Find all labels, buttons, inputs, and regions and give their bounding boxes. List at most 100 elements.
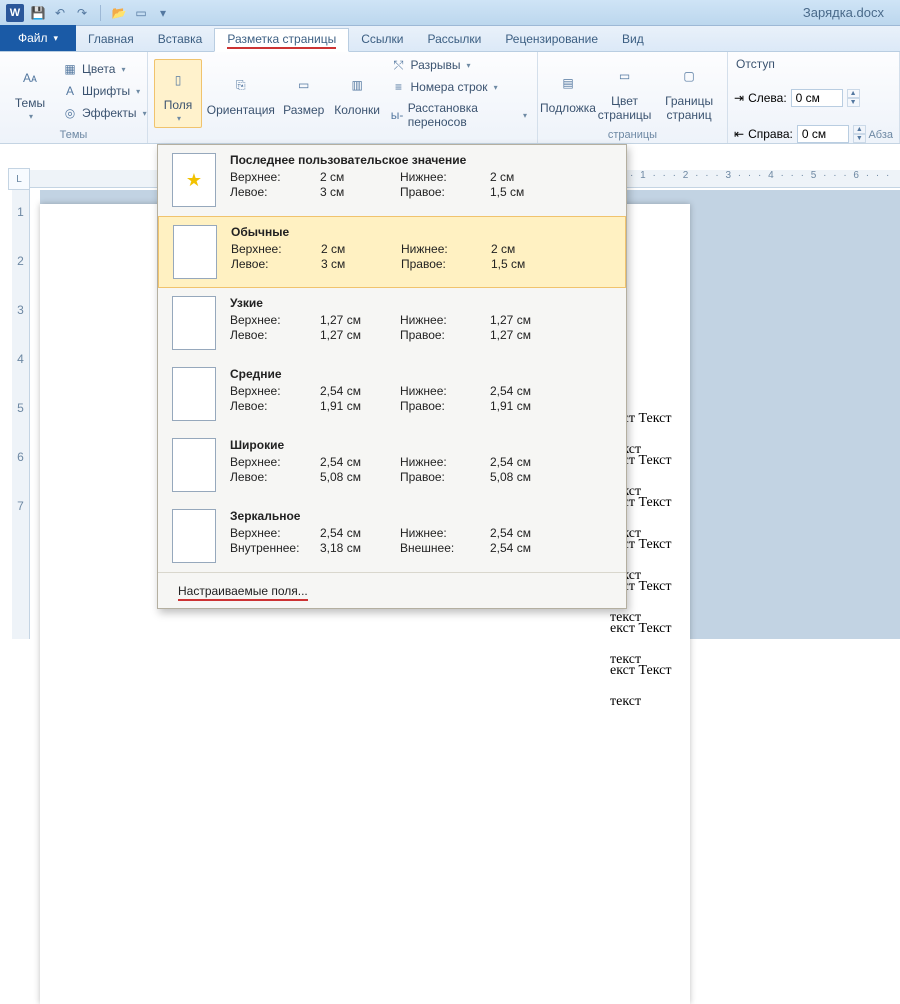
margin-thumb-icon: [172, 438, 216, 492]
tab-home[interactable]: Главная: [76, 27, 146, 51]
margins-icon: ▯: [162, 64, 194, 96]
margin-preset-item[interactable]: ★Последнее пользовательское значениеВерх…: [158, 145, 626, 216]
indent-left-input[interactable]: [791, 89, 843, 107]
group-label-themes: Темы: [6, 127, 141, 143]
word-logo-icon: W: [6, 4, 24, 22]
margin-value: 1,27 см: [320, 313, 400, 327]
margin-value: Левое:: [230, 470, 320, 484]
custom-margins-button[interactable]: Настраиваемые поля...: [158, 572, 626, 608]
margin-preset-item[interactable]: ЗеркальноеВерхнее:2,54 смНижнее:2,54 смВ…: [158, 501, 626, 572]
margin-value: Правое:: [400, 328, 490, 342]
page-color-button[interactable]: ▭Цвет страницы: [596, 56, 653, 126]
margin-value: 2 см: [491, 242, 561, 256]
tab-review[interactable]: Рецензирование: [493, 27, 610, 51]
margin-title: Зеркальное: [230, 509, 560, 523]
margin-value: 1,5 см: [490, 185, 560, 199]
margin-title: Широкие: [230, 438, 560, 452]
line-numbers-button[interactable]: ≡Номера строк▾: [387, 77, 531, 97]
margin-value: Верхнее:: [231, 242, 321, 256]
margin-value: Правое:: [400, 399, 490, 413]
margin-value: Верхнее:: [230, 384, 320, 398]
margin-value: Верхнее:: [230, 170, 320, 184]
watermark-icon: ▤: [552, 67, 584, 99]
size-button[interactable]: ▭Размер: [280, 65, 328, 121]
margin-thumb-icon: [172, 296, 216, 350]
margin-preset-item[interactable]: УзкиеВерхнее:1,27 смНижнее:1,27 смЛевое:…: [158, 288, 626, 359]
tab-page-layout[interactable]: Разметка страницы: [214, 28, 349, 52]
ruler-tick: 5: [17, 401, 24, 415]
margin-value: 2 см: [321, 242, 401, 256]
indent-left: ⇥ Слева: ▲▼: [734, 89, 893, 107]
ruler-tick: 6: [17, 450, 24, 464]
margin-title: Средние: [230, 367, 560, 381]
undo-icon[interactable]: ↶: [52, 5, 68, 21]
margin-value: Нижнее:: [400, 313, 490, 327]
tab-mailings[interactable]: Рассылки: [415, 27, 493, 51]
margins-button[interactable]: ▯ Поля▾: [154, 59, 202, 128]
margin-value: Верхнее:: [230, 455, 320, 469]
new-icon[interactable]: ▭: [133, 5, 149, 21]
columns-button[interactable]: ▥Колонки: [332, 65, 383, 121]
margin-info: Последнее пользовательское значениеВерхн…: [230, 153, 612, 199]
margin-value: Левое:: [230, 328, 320, 342]
margin-value: Верхнее:: [230, 526, 320, 540]
margin-info: УзкиеВерхнее:1,27 смНижнее:1,27 смЛевое:…: [230, 296, 612, 342]
redo-icon[interactable]: ↷: [74, 5, 90, 21]
indent-right-spinner[interactable]: ▲▼: [853, 125, 866, 143]
indent-left-spinner[interactable]: ▲▼: [847, 89, 860, 107]
ruler-tick: 3: [17, 303, 24, 317]
indent-right-label: Справа:: [748, 127, 793, 141]
ribbon: Aᴀ Темы▾ ▦Цвета▾ AШрифты▾ ◎Эффекты▾ Темы…: [0, 52, 900, 144]
margin-preset-item[interactable]: СредниеВерхнее:2,54 смНижнее:2,54 смЛево…: [158, 359, 626, 430]
margin-value: Внешнее:: [400, 541, 490, 555]
margin-info: ОбычныеВерхнее:2 смНижнее:2 смЛевое:3 см…: [231, 225, 611, 271]
effects-icon: ◎: [62, 105, 78, 121]
effects-button[interactable]: ◎Эффекты▾: [58, 103, 151, 123]
tab-view[interactable]: Вид: [610, 27, 656, 51]
margin-value: 2,54 см: [490, 455, 560, 469]
orientation-icon: ⎘: [225, 69, 257, 101]
fonts-button[interactable]: AШрифты▾: [58, 81, 151, 101]
margin-preset-item[interactable]: ОбычныеВерхнее:2 смНижнее:2 смЛевое:3 см…: [158, 216, 626, 288]
margin-value: 2,54 см: [490, 384, 560, 398]
colors-button[interactable]: ▦Цвета▾: [58, 59, 151, 79]
page-color-icon: ▭: [609, 60, 641, 92]
group-page-setup: ▯ Поля▾ ⎘Ориентация ▭Размер ▥Колонки ⤲Ра…: [148, 52, 538, 143]
margin-value: 2,54 см: [490, 541, 560, 555]
hyphenation-button[interactable]: ы-Расстановка переносов▾: [387, 99, 531, 131]
margin-value: 2,54 см: [490, 526, 560, 540]
margin-value: 3 см: [320, 185, 400, 199]
indent-right-input[interactable]: [797, 125, 849, 143]
paragraph-corner-label: Абза: [868, 129, 893, 141]
margin-value: 3 см: [321, 257, 401, 271]
margin-value: 1,91 см: [320, 399, 400, 413]
margin-thumb-icon: [173, 225, 217, 279]
orientation-button[interactable]: ⎘Ориентация: [206, 65, 276, 121]
margin-info: ШирокиеВерхнее:2,54 смНижнее:2,54 смЛево…: [230, 438, 612, 484]
page-size-icon: ▭: [288, 69, 320, 101]
ruler-tick: 2: [17, 254, 24, 268]
ruler-vertical[interactable]: 1234567: [12, 190, 30, 639]
group-themes: Aᴀ Темы▾ ▦Цвета▾ AШрифты▾ ◎Эффекты▾ Темы: [0, 52, 148, 143]
line-numbers-icon: ≡: [391, 79, 407, 95]
tab-insert[interactable]: Вставка: [146, 27, 215, 51]
watermark-button[interactable]: ▤Подложка: [544, 63, 592, 119]
tab-file[interactable]: Файл▾: [0, 25, 76, 51]
open-icon[interactable]: 📂: [111, 5, 127, 21]
themes-button[interactable]: Aᴀ Темы▾: [6, 58, 54, 125]
margin-value: Нижнее:: [400, 170, 490, 184]
qat-dropdown-icon[interactable]: ▾: [155, 5, 171, 21]
page-borders-button[interactable]: ▢Границы страниц: [657, 56, 721, 126]
margin-value: 1,27 см: [490, 328, 560, 342]
group-page-background: ▤Подложка ▭Цвет страницы ▢Границы страни…: [538, 52, 728, 143]
tab-references[interactable]: Ссылки: [349, 27, 415, 51]
margin-value: Верхнее:: [230, 313, 320, 327]
margin-thumb-icon: [172, 367, 216, 421]
save-icon[interactable]: 💾: [30, 5, 46, 21]
ribbon-tabs: Файл▾ Главная Вставка Разметка страницы …: [0, 26, 900, 52]
margin-preset-item[interactable]: ШирокиеВерхнее:2,54 смНижнее:2,54 смЛево…: [158, 430, 626, 501]
indent-left-label: Слева:: [748, 91, 787, 105]
ruler-corner[interactable]: L: [8, 168, 30, 190]
breaks-button[interactable]: ⤲Разрывы▾: [387, 55, 531, 75]
group-label-page-bg: страницы: [544, 127, 721, 143]
